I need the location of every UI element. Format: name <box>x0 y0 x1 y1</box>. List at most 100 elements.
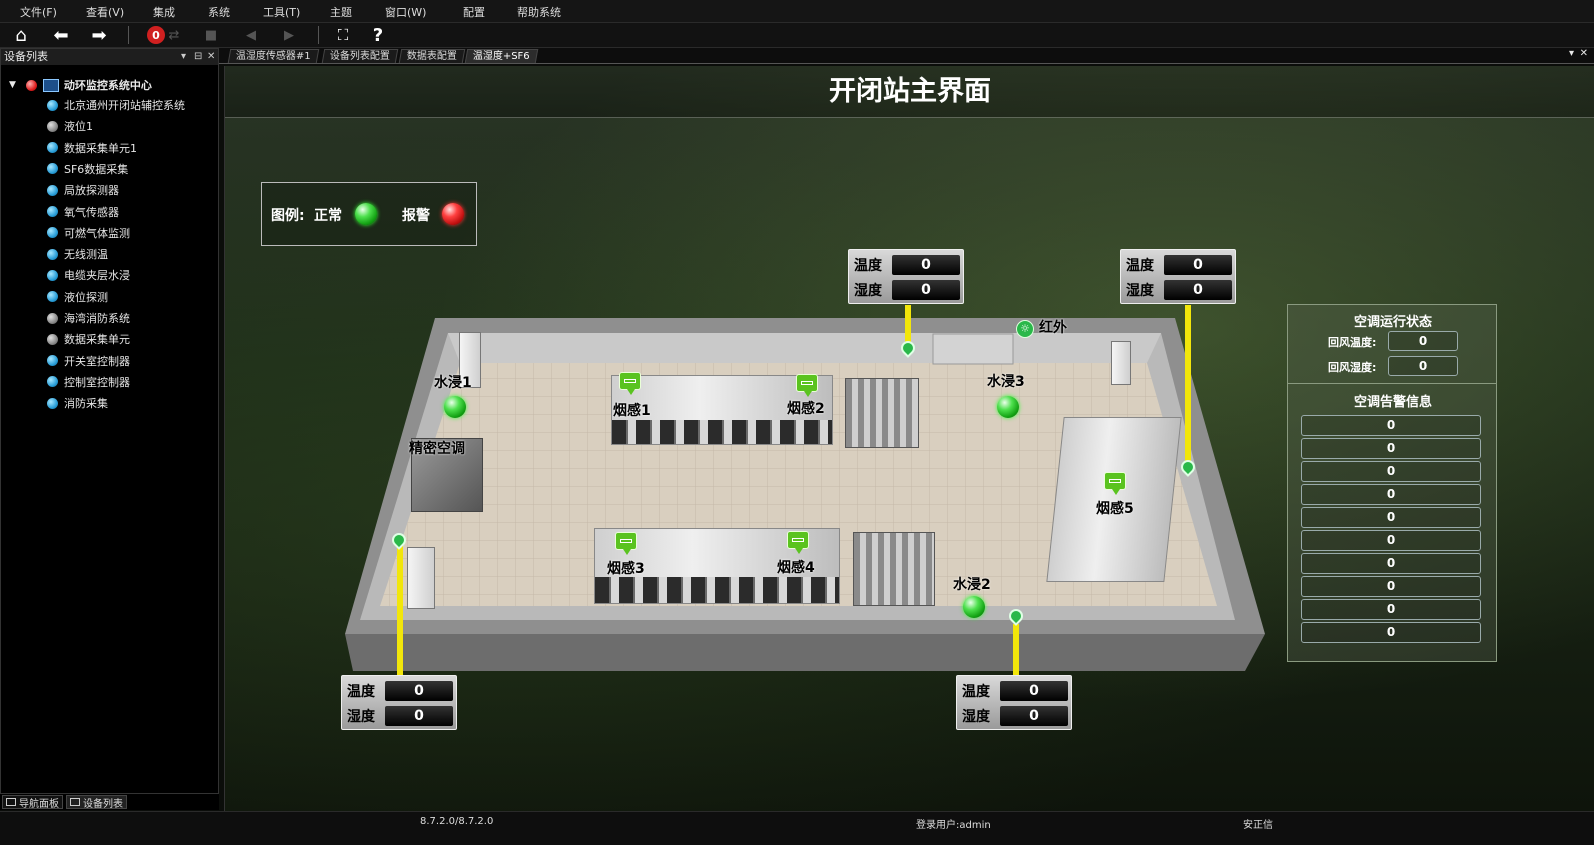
tab-navigation-panel[interactable]: 导航面板 <box>2 795 63 810</box>
help-icon[interactable]: ? <box>366 24 390 46</box>
tree-item[interactable]: SF6数据采集 <box>47 160 128 178</box>
ac-alarm-row: 0 <box>1301 622 1481 643</box>
panel-header: 设备列表 ▾ ⊟ ✕ <box>1 49 218 65</box>
close-icon[interactable]: ✕ <box>207 49 215 65</box>
temp-humidity-sensor[interactable]: 温度 0 湿度 0 <box>956 675 1072 730</box>
tree-item[interactable]: 液位探测 <box>47 288 108 306</box>
tree-item[interactable]: 开关室控制器 <box>47 352 130 370</box>
tab-device-list[interactable]: 设备列表 <box>66 795 127 810</box>
smoke-detector-icon[interactable] <box>796 374 818 397</box>
tree-item[interactable]: 消防采集 <box>47 394 108 412</box>
device-status-icon <box>47 227 58 239</box>
legend-alarm-lamp-icon <box>442 203 464 225</box>
temp-humidity-sensor[interactable]: 温度 0 湿度 0 <box>341 675 457 730</box>
tree-item[interactable]: 液位1 <box>47 117 93 135</box>
doc-tab-data-table-config[interactable]: 数据表配置 <box>398 49 466 63</box>
menu-tools[interactable]: 工具(T) <box>263 4 300 20</box>
temp-humidity-sensor[interactable]: 温度 0 湿度 0 <box>1120 249 1236 304</box>
humidity-label: 湿度 <box>1126 283 1154 299</box>
menu-view[interactable]: 查看(V) <box>86 4 124 20</box>
temperature-label: 温度 <box>347 684 375 700</box>
temp-humidity-sensor[interactable]: 温度 0 湿度 0 <box>848 249 964 304</box>
back-arrow-icon[interactable]: ⬅ <box>49 24 73 46</box>
tree-item[interactable]: 氧气传感器 <box>47 203 119 221</box>
toolbar: ⌂ ⬅ ➡ ⇄ ■ ◀ ▶ ⛶ ? <box>0 23 1594 48</box>
wall-ac-unit <box>407 547 435 609</box>
infrared-sensor-icon[interactable]: ☼ <box>1016 320 1034 338</box>
menu-config[interactable]: 配置 <box>463 4 485 20</box>
water-sensor-1-label: 水浸1 <box>434 375 472 391</box>
doc-tab-device-list-config[interactable]: 设备列表配置 <box>321 49 399 63</box>
tree-item[interactable]: 局放探测器 <box>47 181 119 199</box>
dock-icon[interactable]: ⊟ <box>194 49 202 65</box>
temperature-label: 温度 <box>962 684 990 700</box>
humidity-label: 湿度 <box>854 283 882 299</box>
tree-item-label: 开关室控制器 <box>64 354 130 368</box>
menu-system[interactable]: 系统 <box>208 4 230 20</box>
previous-icon[interactable]: ◀ <box>239 24 263 46</box>
smoke-detector-icon[interactable] <box>1104 472 1126 495</box>
close-tab-icon[interactable]: ✕ <box>1580 48 1588 59</box>
menu-window[interactable]: 窗口(W) <box>385 4 426 20</box>
water-sensor-2-label: 水浸2 <box>953 577 991 593</box>
doc-tab-temp-humidity-sf6[interactable]: 温湿度+SF6 <box>464 49 539 63</box>
alarm-count-badge[interactable]: 0 <box>147 26 165 44</box>
doc-tab-sensor1[interactable]: 温湿度传感器#1 <box>227 49 319 63</box>
tree-item[interactable]: 数据采集单元 <box>47 330 130 348</box>
ac-alarm-row: 0 <box>1301 530 1481 551</box>
panel-icon <box>70 798 80 806</box>
tree-item-label: 消防采集 <box>64 397 108 411</box>
expand-triangle-icon[interactable]: ▼ <box>9 80 16 90</box>
smoke-sensor-3-label: 烟感3 <box>607 561 645 577</box>
tree-item[interactable]: 无线测温 <box>47 245 108 263</box>
tree-item-label: 无线测温 <box>64 248 108 262</box>
device-status-icon <box>47 99 58 111</box>
water-sensor-3-status-icon[interactable] <box>997 396 1019 418</box>
smoke-detector-icon[interactable] <box>787 531 809 554</box>
device-status-icon <box>47 291 58 303</box>
menu-file[interactable]: 文件(F) <box>20 4 57 20</box>
device-status-icon <box>47 248 58 260</box>
tree-item[interactable]: 北京通州开闭站辅控系统 <box>47 96 185 114</box>
tree-item-label: SF6数据采集 <box>64 162 129 176</box>
water-sensor-1-status-icon[interactable] <box>444 396 466 418</box>
menu-theme[interactable]: 主题 <box>330 4 352 20</box>
device-status-icon <box>47 355 58 367</box>
divider <box>1288 383 1496 384</box>
tree-item[interactable]: 海湾消防系统 <box>47 309 130 327</box>
tree-item[interactable]: 数据采集单元1 <box>47 139 137 157</box>
ac-alarm-row: 0 <box>1301 507 1481 528</box>
forward-arrow-icon[interactable]: ➡ <box>87 24 111 46</box>
version-text: 8.7.2.0/8.7.2.0 <box>420 816 494 827</box>
device-status-icon <box>47 142 58 154</box>
temperature-value: 0 <box>1164 255 1232 275</box>
main-view: 开闭站主界面 图例: 正常 报警 水浸1 水浸2 水浸3 烟感1 烟感2 烟感3… <box>224 66 1594 811</box>
device-status-icon <box>47 163 58 175</box>
pin-icon[interactable]: ▾ <box>181 49 186 65</box>
humidity-value: 0 <box>385 706 453 726</box>
menu-help[interactable]: 帮助系统 <box>517 4 561 20</box>
menu-integration[interactable]: 集成 <box>153 4 175 20</box>
tree-root[interactable]: ▼ 动环监控系统中心 <box>9 76 152 94</box>
tree-root-label: 动环监控系统中心 <box>63 79 152 92</box>
tree-item-label: 北京通州开闭站辅控系统 <box>64 99 185 112</box>
smoke-detector-icon[interactable] <box>619 372 641 395</box>
next-icon[interactable]: ▶ <box>277 24 301 46</box>
water-sensor-2-status-icon[interactable] <box>963 596 985 618</box>
legend: 图例: 正常 报警 <box>261 182 477 246</box>
fullscreen-icon[interactable]: ⛶ <box>331 24 355 46</box>
smoke-detector-icon[interactable] <box>615 532 637 555</box>
stop-icon[interactable]: ■ <box>199 24 223 46</box>
panel-title: 设备列表 <box>4 50 48 63</box>
humidity-value: 0 <box>1000 706 1068 726</box>
return-air-temp-value: 0 <box>1388 331 1458 351</box>
tree-item[interactable]: 电缆夹层水浸 <box>47 266 130 284</box>
tree-item-label: 液位1 <box>64 120 93 134</box>
tree-item[interactable]: 可燃气体监测 <box>47 224 130 242</box>
tree-item[interactable]: 控制室控制器 <box>47 373 130 391</box>
alarm-status-icon <box>25 79 37 91</box>
menu-bar: 文件(F) 查看(V) 集成 系统 工具(T) 主题 窗口(W) 配置 帮助系统 <box>0 0 1594 23</box>
refresh-icon[interactable]: ⇄ <box>162 24 186 46</box>
home-icon[interactable]: ⌂ <box>9 24 33 46</box>
tab-menu-icon[interactable]: ▾ <box>1569 48 1574 59</box>
